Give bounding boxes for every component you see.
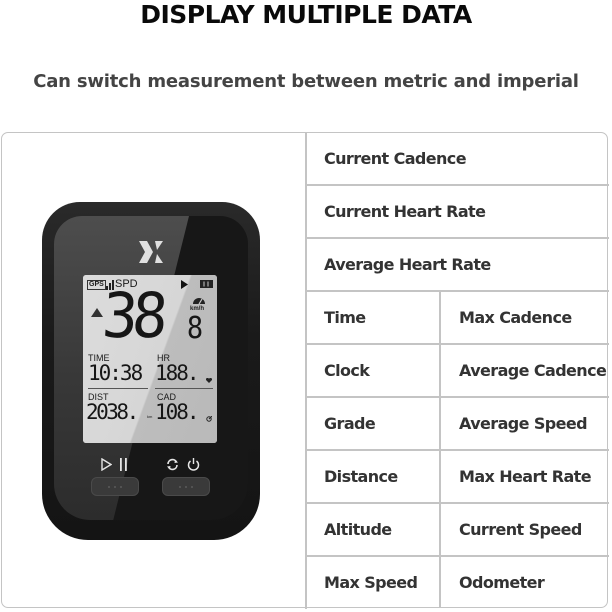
speedometer-icon xyxy=(193,298,205,304)
dist-unit: km xyxy=(147,414,153,419)
table-cell: Max Speed xyxy=(324,573,418,592)
refresh-icon xyxy=(167,458,178,471)
cad-value: 108. xyxy=(155,400,200,424)
pause-icon xyxy=(120,458,127,471)
up-triangle-icon xyxy=(91,308,103,317)
page-title: DISPLAY MULTIPLE DATA xyxy=(140,0,472,29)
bike-computer-device: GPS SPD 38 km/h 8 TIME 10:38 HR 188. DIS… xyxy=(42,202,260,540)
table-row: Grade Average Speed xyxy=(307,398,609,451)
x-logo-icon xyxy=(139,241,163,263)
table-cell: Max Heart Rate xyxy=(439,451,609,502)
table-cell: Clock xyxy=(324,361,370,380)
table-cell: Current Heart Rate xyxy=(324,202,486,221)
lcd-separator xyxy=(88,388,148,389)
table-row: Altitude Current Speed xyxy=(307,504,609,557)
table-row: Distance Max Heart Rate xyxy=(307,451,609,504)
page-subtitle: Can switch measurement between metric an… xyxy=(33,71,579,92)
table-row: Time Max Cadence xyxy=(307,292,609,345)
play-outline-icon xyxy=(101,458,112,471)
table-row: Current Cadence xyxy=(307,133,609,186)
table-row: Max Speed Odometer xyxy=(307,557,609,608)
table-row: Clock Average Cadence xyxy=(307,345,609,398)
power-icon xyxy=(187,458,200,471)
gps-indicator: GPS xyxy=(87,280,106,290)
table-cell: Max Cadence xyxy=(439,292,609,343)
table-cell: Distance xyxy=(324,467,398,486)
hr-value: 188. xyxy=(155,361,200,385)
table-cell: Average Cadence xyxy=(439,345,609,396)
table-cell: Odometer xyxy=(439,557,609,608)
crank-icon xyxy=(206,416,212,422)
table-row: Current Heart Rate xyxy=(307,186,609,239)
dist-value: 2038. xyxy=(86,400,139,424)
table-cell: Altitude xyxy=(324,520,392,539)
time-value: 10:38 xyxy=(88,361,143,385)
data-fields-table: Current Cadence Current Heart Rate Avera… xyxy=(307,133,609,608)
table-cell: Average Heart Rate xyxy=(324,255,491,274)
start-pause-button[interactable] xyxy=(91,477,139,496)
speed-decimal: 8 xyxy=(186,311,204,346)
play-triangle-icon xyxy=(181,280,188,289)
lcd-screen: GPS SPD 38 km/h 8 TIME 10:38 HR 188. DIS… xyxy=(83,275,217,443)
table-cell: Current Speed xyxy=(439,504,609,555)
table-cell: Current Cadence xyxy=(324,149,467,168)
switch-power-button[interactable] xyxy=(162,477,210,496)
lcd-separator xyxy=(155,388,213,389)
battery-icon xyxy=(200,280,213,288)
speed-value: 38 xyxy=(100,279,165,352)
table-row: Average Heart Rate xyxy=(307,239,609,292)
table-cell: Average Speed xyxy=(439,398,609,449)
heart-icon xyxy=(206,378,212,383)
table-cell: Grade xyxy=(324,414,376,433)
table-cell: Time xyxy=(324,308,366,327)
